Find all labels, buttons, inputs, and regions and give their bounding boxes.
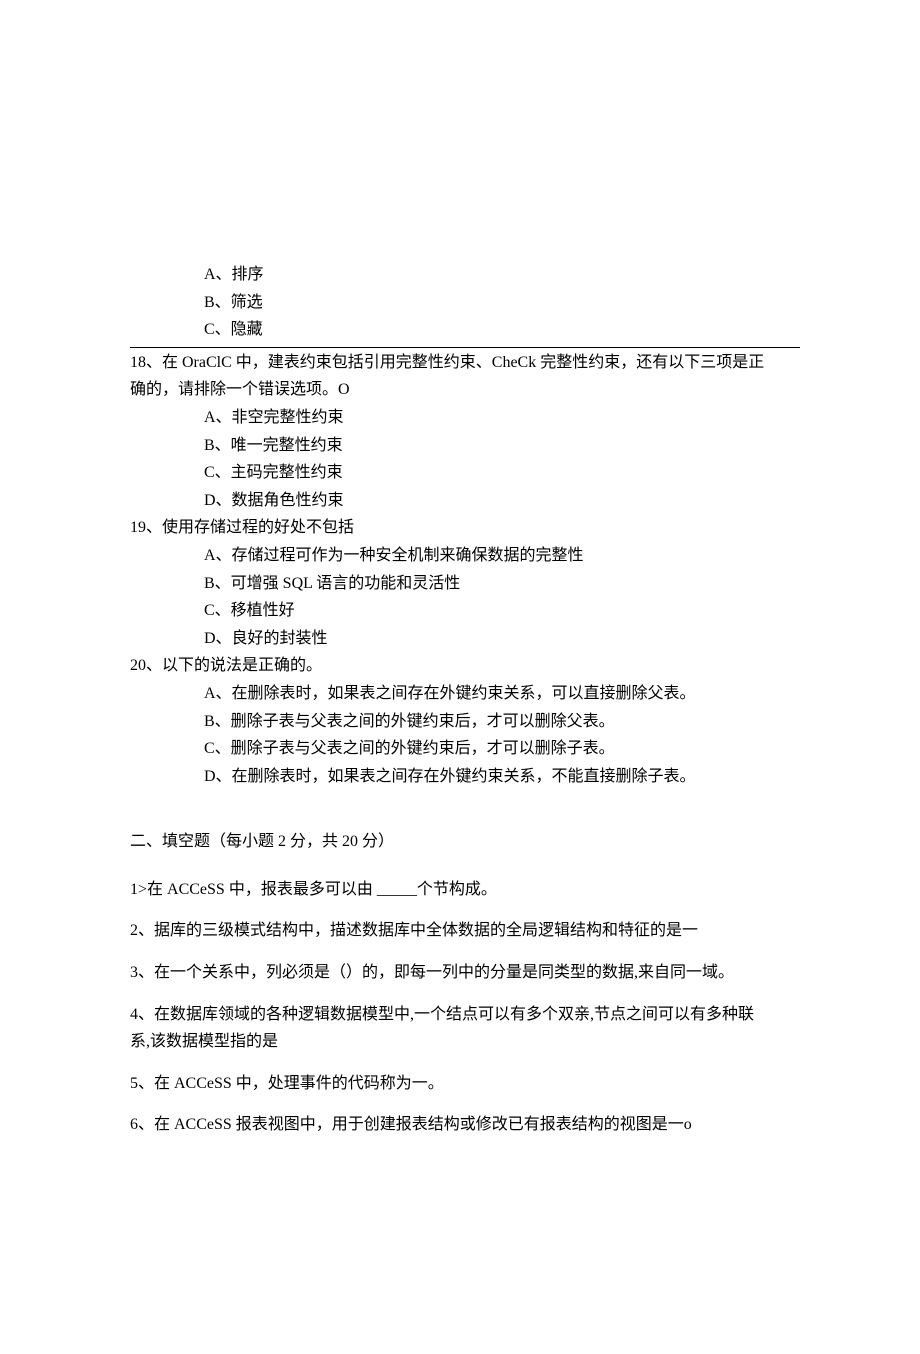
q18-option-b: B、唯一完整性约束 — [130, 433, 800, 459]
q19-option-b: B、可增强 SQL 语言的功能和灵活性 — [130, 571, 800, 597]
q17-option-b: B、筛选 — [130, 290, 800, 316]
fill-q2: 2、据库的三级模式结构中，描述数据库中全体数据的全局逻辑结构和特征的是一 — [130, 918, 800, 944]
exam-page: A、排序 B、筛选 C、隐藏 18、在 OraClC 中，建表约束包括引用完整性… — [0, 0, 920, 1354]
fill-q3: 3、在一个关系中，列必须是（）的，即每一列中的分量是同类型的数据,来自同一域。 — [130, 960, 800, 986]
q17-option-c: C、隐藏 — [130, 317, 800, 343]
q20-option-c: C、删除子表与父表之间的外键约束后，才可以删除子表。 — [130, 736, 800, 762]
q20-option-a: A、在删除表时，如果表之间存在外键约束关系，可以直接删除父表。 — [130, 681, 800, 707]
q18-stem-line1: 18、在 OraClC 中，建表约束包括引用完整性约束、CheCk 完整性约束，… — [130, 350, 800, 376]
q18-stem-line2: 确的，请排除一个错误选项。O — [130, 377, 800, 403]
fill-q4-line2: 系,该数据模型指的是 — [130, 1029, 800, 1055]
q17-option-a: A、排序 — [130, 262, 800, 288]
q18-option-a: A、非空完整性约束 — [130, 405, 800, 431]
q18-option-c: C、主码完整性约束 — [130, 460, 800, 486]
q19-stem: 19、使用存储过程的好处不包括 — [130, 515, 800, 541]
q20-option-b: B、删除子表与父表之间的外键约束后，才可以删除父表。 — [130, 709, 800, 735]
q18-option-d: D、数据角色性约束 — [130, 488, 800, 514]
divider-line — [130, 347, 800, 348]
q19-option-a: A、存储过程可作为一种安全机制来确保数据的完整性 — [130, 543, 800, 569]
fill-q1: 1>在 ACCeSS 中，报表最多可以由 _____个节构成。 — [130, 877, 800, 903]
fill-q6: 6、在 ACCeSS 报表视图中，用于创建报表结构或修改已有报表结构的视图是一o — [130, 1112, 800, 1138]
q20-option-d: D、在删除表时，如果表之间存在外键约束关系，不能直接删除子表。 — [130, 764, 800, 790]
q19-option-d: D、良好的封装性 — [130, 626, 800, 652]
fill-q5: 5、在 ACCeSS 中，处理事件的代码称为一。 — [130, 1071, 800, 1097]
section-2-title: 二、填空题（每小题 2 分，共 20 分） — [130, 829, 800, 855]
q19-option-c: C、移植性好 — [130, 598, 800, 624]
q20-stem: 20、以下的说法是正确的。 — [130, 653, 800, 679]
fill-q4-line1: 4、在数据库领域的各种逻辑数据模型中,一个结点可以有多个双亲,节点之间可以有多种… — [130, 1002, 800, 1028]
